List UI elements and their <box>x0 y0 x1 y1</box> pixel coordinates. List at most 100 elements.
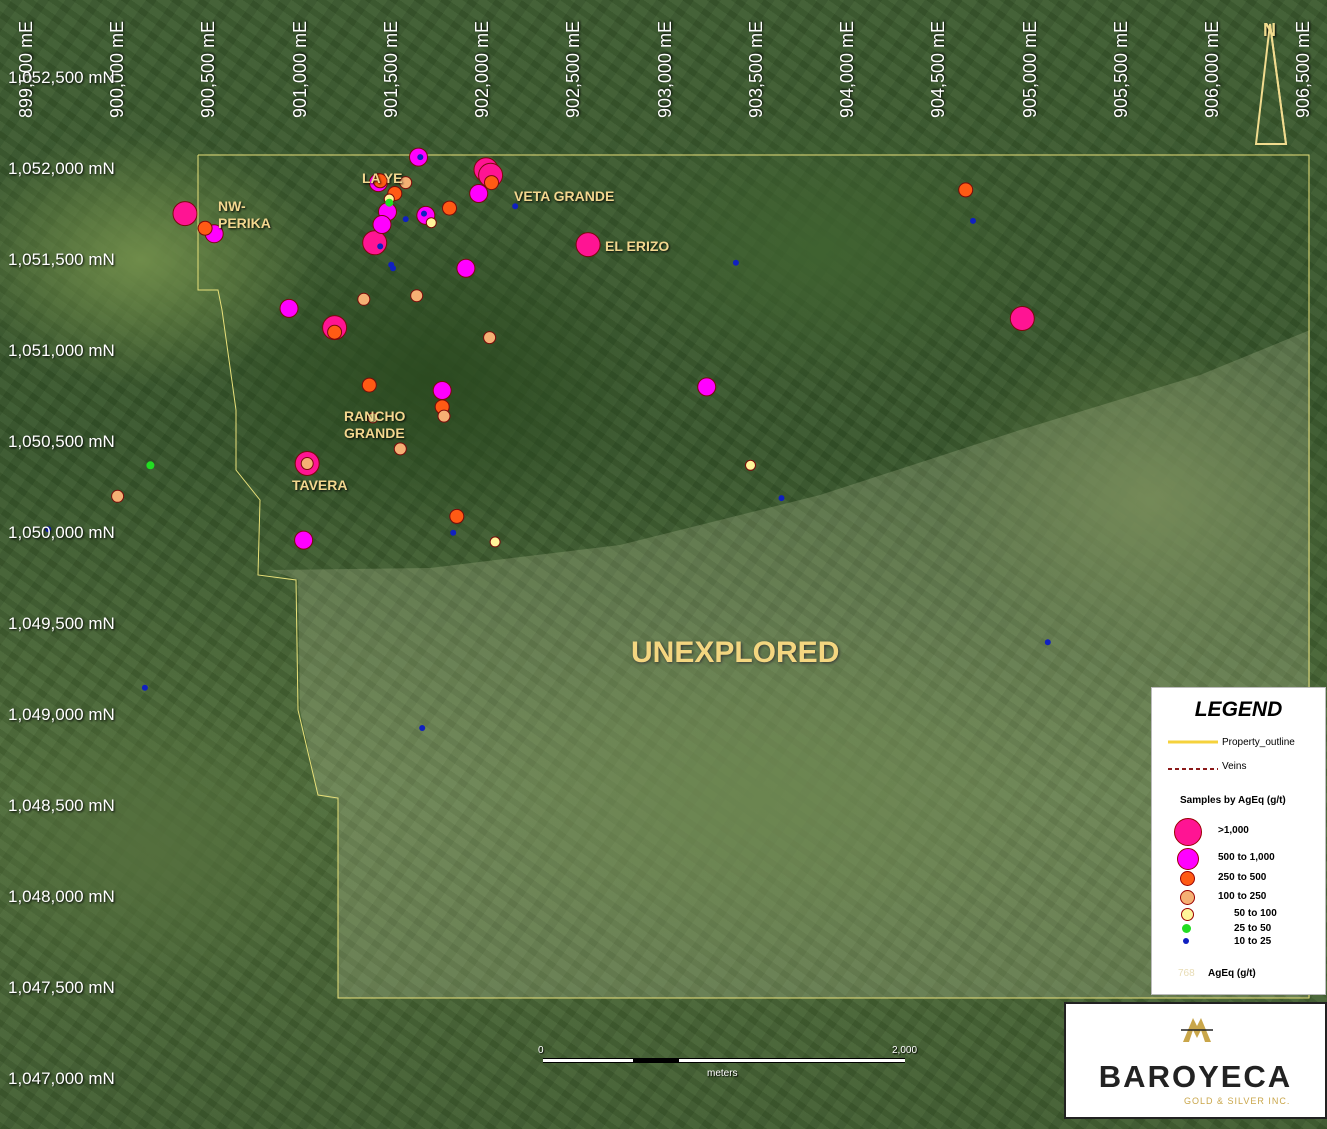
sample-point <box>1044 639 1051 646</box>
sample-point <box>172 201 198 227</box>
sample-point <box>327 324 343 340</box>
northing-label: 1,047,000 mN <box>8 1069 115 1088</box>
sample-point <box>469 184 489 203</box>
sample-point <box>377 243 384 250</box>
sample-point <box>410 289 424 303</box>
sample-point <box>958 182 974 198</box>
northing-label: 1,049,000 mN <box>8 705 115 724</box>
sample-point <box>361 377 377 393</box>
easting-label: 905,000 mE <box>1020 20 1040 118</box>
label-rancho-grande: RANCHO GRANDE <box>344 408 406 441</box>
sample-point <box>419 725 426 731</box>
sample-point <box>279 298 299 318</box>
easting-label: 903,500 mE <box>746 20 766 118</box>
legend-class-label: 500 to 1,000 <box>1218 852 1275 863</box>
label-veta-grande: VETA GRANDE <box>514 188 615 204</box>
easting-label: 900,500 mE <box>198 20 218 118</box>
sample-point <box>970 217 976 224</box>
sample-point <box>146 461 155 470</box>
sample-point <box>575 232 601 258</box>
northing-label: 1,051,000 mN <box>8 341 115 360</box>
sample-point <box>425 217 437 229</box>
sample-point <box>456 258 476 278</box>
label-el-erizo: EL ERIZO <box>605 238 670 254</box>
map-overlay <box>45 147 1310 1063</box>
sample-point <box>489 536 501 548</box>
sample-point <box>300 457 314 470</box>
legend-class-label: 25 to 50 <box>1234 923 1272 934</box>
satellite-map[interactable]: 899,500 mE 900,000 mE 900,500 mE 901,000… <box>0 0 1327 1129</box>
sample-point <box>294 530 314 550</box>
sample-point <box>390 265 396 272</box>
easting-label: 905,500 mE <box>1111 20 1131 118</box>
legend-class-label: 100 to 250 <box>1218 891 1267 902</box>
northing-label: 1,052,000 mN <box>8 159 115 178</box>
sample-point <box>357 292 371 306</box>
legend-panel: LEGEND Property_outline Veins Samples by… <box>1151 687 1326 995</box>
legend-symbols <box>1168 740 1218 770</box>
easting-label: 899,500 mE <box>16 20 36 118</box>
legend-samples-heading: Samples by AgEq (g/t) <box>1180 795 1286 806</box>
sample-point <box>385 198 394 207</box>
sample-point <box>417 154 424 161</box>
sample-point <box>442 200 457 216</box>
label-tavera: TAVERA <box>292 477 348 493</box>
northing-label: 1,050,000 mN <box>8 523 115 542</box>
sample-point <box>732 259 739 266</box>
sample-point <box>437 409 451 423</box>
sample-point <box>450 529 457 536</box>
northing-label: 1,047,500 mN <box>8 978 115 997</box>
sample-point <box>402 216 409 223</box>
legend-class-label: 10 to 25 <box>1234 936 1272 947</box>
baroyeca-logo: BAROYECA GOLD & SILVER INC. <box>1064 1002 1327 1119</box>
legend-class-label: >1,000 <box>1218 825 1249 836</box>
sample-point <box>372 215 392 234</box>
sample-point <box>111 489 125 503</box>
easting-label: 902,500 mE <box>563 20 583 118</box>
sample-point <box>393 442 407 456</box>
scale-bar <box>543 1058 905 1063</box>
sample-point <box>745 459 756 471</box>
easting-label: 902,000 mE <box>472 20 492 118</box>
northing-label: 1,052,500 mN <box>8 68 115 87</box>
sample-point <box>432 381 452 400</box>
scale-start-label: 0 <box>538 1045 544 1056</box>
label-unexplored: UNEXPLORED <box>631 636 840 669</box>
easting-label: 903,000 mE <box>655 20 675 118</box>
label-la-ye: LA YE <box>362 170 403 186</box>
sample-point <box>362 230 388 256</box>
sample-point <box>483 331 497 345</box>
easting-label: 904,500 mE <box>928 20 948 118</box>
easting-label: 904,000 mE <box>837 20 857 118</box>
sample-point <box>1009 306 1035 331</box>
legend-class-label: 250 to 500 <box>1218 872 1267 883</box>
easting-label: 901,500 mE <box>381 20 401 118</box>
legend-class-label: 50 to 100 <box>1234 908 1277 919</box>
sample-point <box>778 495 785 502</box>
northing-label: 1,049,500 mN <box>8 614 115 633</box>
northing-label: 1,050,500 mN <box>8 432 115 451</box>
northing-label: 1,051,500 mN <box>8 250 115 269</box>
logo-mountain-icon <box>1181 1018 1213 1042</box>
scale-unit-label: meters <box>707 1068 738 1079</box>
legend-title: LEGEND <box>1194 698 1283 721</box>
sample-point <box>449 508 465 524</box>
northing-label: 1,048,500 mN <box>8 796 115 815</box>
sample-point <box>421 210 427 217</box>
sample-point <box>141 684 148 691</box>
north-arrow-icon <box>1254 23 1288 145</box>
easting-label: 901,000 mE <box>290 20 310 118</box>
legend-sample-value: 768 <box>1178 968 1195 979</box>
sample-point <box>484 175 499 191</box>
legend-veins: Veins <box>1222 761 1247 772</box>
sample-point <box>197 220 213 236</box>
easting-label: 900,000 mE <box>107 20 127 118</box>
northing-label: 1,048,000 mN <box>8 887 115 906</box>
scale-end-label: 2,000 <box>892 1045 918 1056</box>
easting-label: 906,000 mE <box>1202 20 1222 118</box>
easting-label: 906,500 mE <box>1293 20 1313 118</box>
logo-name: BAROYECA <box>1098 1059 1293 1094</box>
logo-tagline: GOLD & SILVER INC. <box>1184 1096 1291 1106</box>
label-nw-perika: NW- PERIKA <box>218 198 271 231</box>
sample-point <box>697 377 717 397</box>
